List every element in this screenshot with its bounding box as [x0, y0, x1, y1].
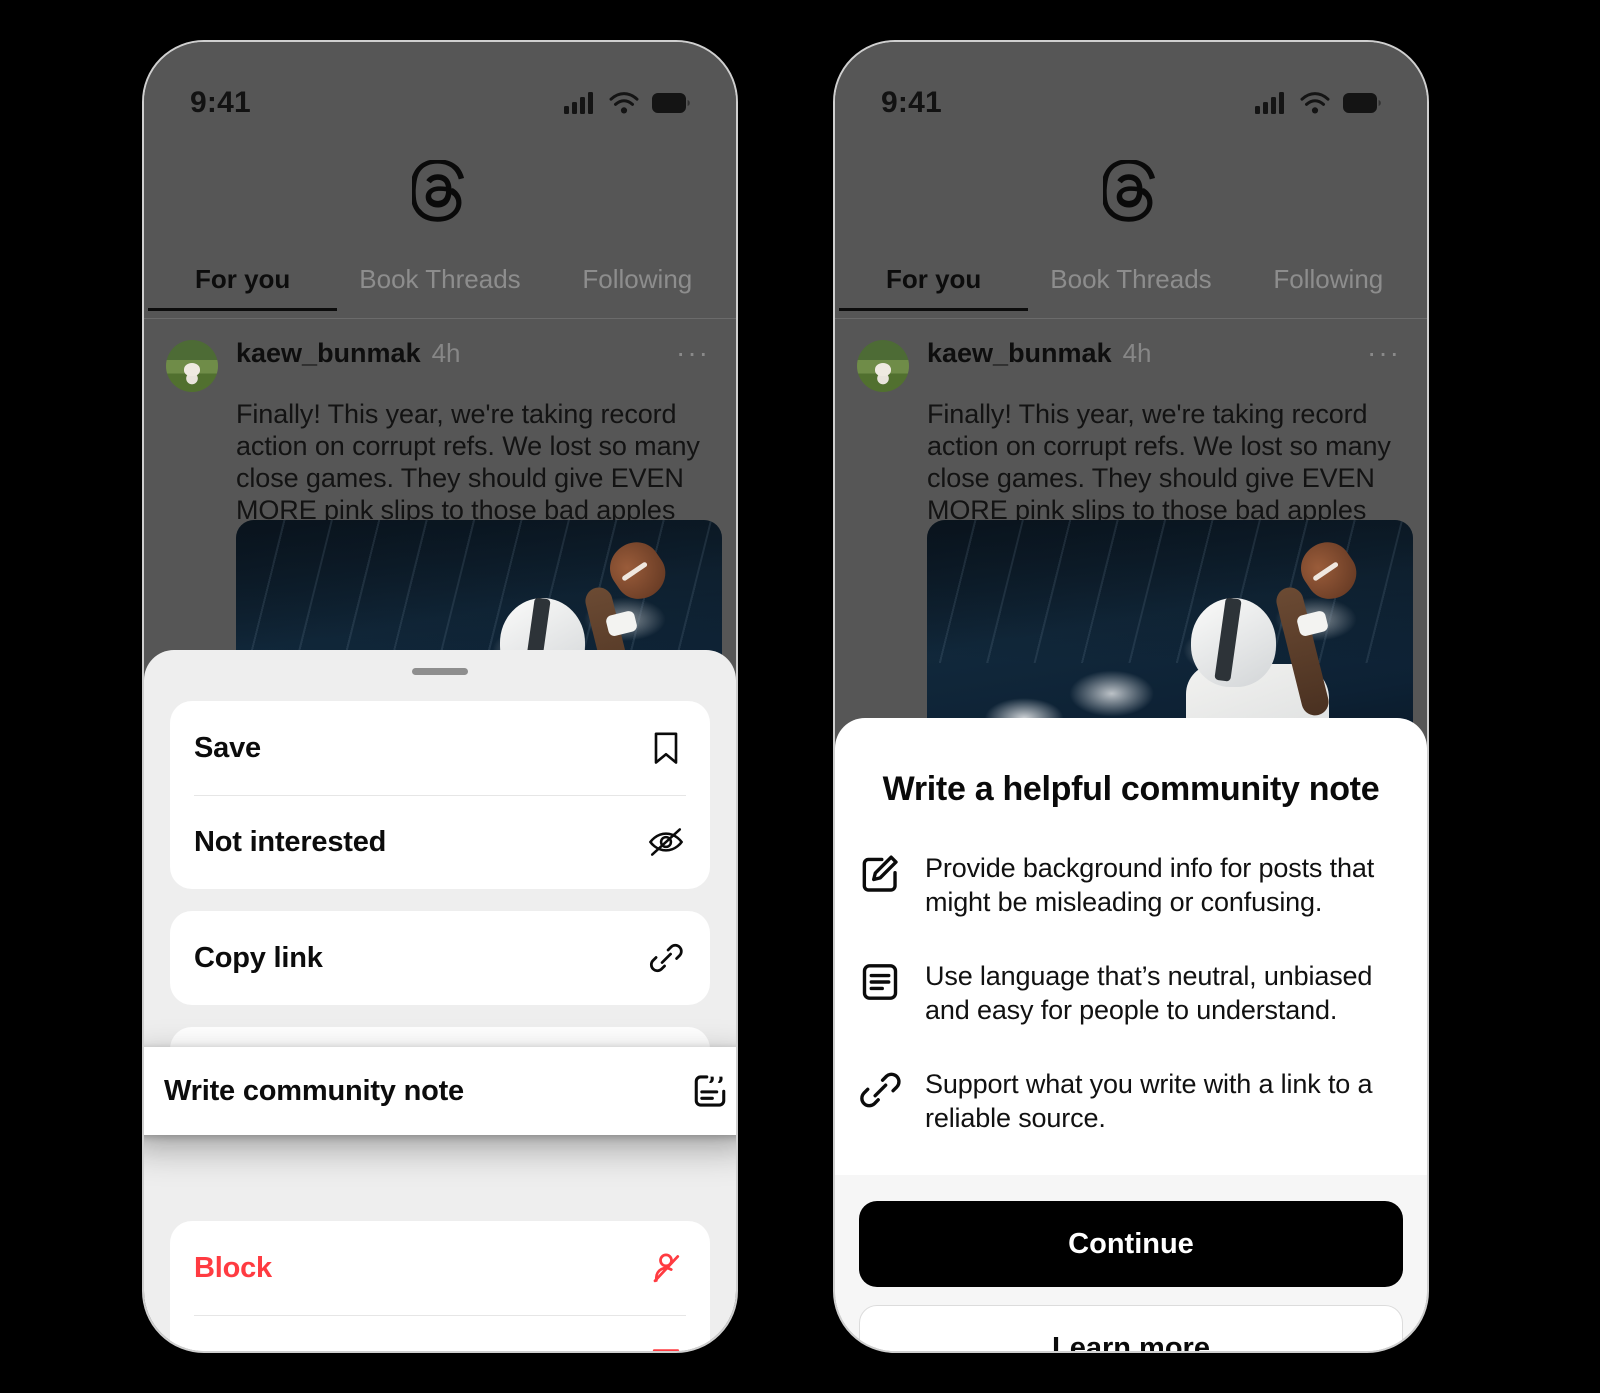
tabs-divider — [144, 318, 736, 319]
post-meta: kaew_bunmak 4h ··· — [927, 338, 1401, 369]
feed-tabs[interactable]: For you Book Threads Following — [835, 260, 1427, 318]
threads-logo-icon — [1103, 160, 1156, 222]
battery-icon — [1343, 93, 1381, 113]
post-action-sheet: Save Not interested Copy link Block — [144, 650, 736, 1351]
post-username[interactable]: kaew_bunmak — [927, 338, 1112, 369]
post-more-icon[interactable]: ··· — [676, 339, 710, 367]
post-byline: kaew_bunmak 4h ··· — [236, 338, 710, 369]
threads-logo-icon — [412, 160, 465, 222]
bookmark-icon — [646, 728, 686, 768]
bullet-text: Support what you write with a link to a … — [925, 1069, 1373, 1134]
tab-book-threads[interactable]: Book Threads — [1032, 260, 1229, 295]
modal-actions: Continue Learn more — [835, 1175, 1427, 1351]
menu-item-label: Report — [194, 1346, 286, 1352]
tabs-divider — [835, 318, 1427, 319]
bullet-item: Use language that’s neutral, unbiased an… — [859, 959, 1397, 1027]
post-header: kaew_bunmak 4h ··· — [144, 338, 736, 392]
link-icon — [859, 1067, 903, 1116]
battery-icon — [652, 93, 690, 113]
post-username[interactable]: kaew_bunmak — [236, 338, 421, 369]
status-icons — [1255, 92, 1381, 114]
menu-item-label: Block — [194, 1251, 272, 1284]
cellular-signal-icon — [564, 92, 593, 114]
menu-item-copy-link[interactable]: Copy link — [170, 911, 710, 1005]
avatar[interactable] — [857, 340, 909, 392]
status-time: 9:41 — [190, 86, 251, 119]
menu-item-label: Write community note — [164, 1074, 464, 1107]
bullet-text: Use language that’s neutral, unbiased an… — [925, 961, 1373, 1026]
tab-for-you[interactable]: For you — [144, 260, 341, 311]
menu-item-label: Not interested — [194, 825, 387, 858]
menu-item-block[interactable]: Block — [170, 1221, 710, 1315]
brand-header — [835, 160, 1427, 224]
feed-tabs[interactable]: For you Book Threads Following — [144, 260, 736, 318]
status-time: 9:41 — [881, 86, 942, 119]
wifi-icon — [1300, 92, 1330, 114]
person-blocked-icon — [646, 1248, 686, 1288]
post-byline: kaew_bunmak 4h ··· — [927, 338, 1401, 369]
community-note-modal: Write a helpful community note Provide b… — [835, 718, 1427, 1351]
avatar[interactable] — [166, 340, 218, 392]
modal-bullet-list: Provide background info for posts that m… — [835, 809, 1427, 1175]
document-lines-icon — [859, 959, 903, 1008]
menu-item-label: Save — [194, 731, 261, 764]
menu-item-label: Copy link — [194, 941, 323, 974]
post-meta: kaew_bunmak 4h ··· — [236, 338, 710, 369]
phone-left: 9:41 For you Book Threads Following kaew… — [142, 40, 738, 1353]
menu-item-save[interactable]: Save — [170, 701, 710, 795]
post-header: kaew_bunmak 4h ··· — [835, 338, 1427, 392]
menu-group-4: Block Report — [170, 1221, 710, 1352]
post-more-icon[interactable]: ··· — [1367, 339, 1401, 367]
menu-item-report[interactable]: Report — [170, 1315, 710, 1352]
post-timestamp: 4h — [1122, 338, 1152, 368]
status-icons — [564, 92, 690, 114]
learn-more-button[interactable]: Learn more — [859, 1305, 1403, 1351]
wifi-icon — [609, 92, 639, 114]
post-timestamp: 4h — [431, 338, 461, 368]
brand-header — [144, 160, 736, 224]
continue-button[interactable]: Continue — [859, 1201, 1403, 1288]
bullet-item: Support what you write with a link to a … — [859, 1067, 1397, 1135]
report-flag-icon — [646, 1342, 686, 1351]
sheet-grabber[interactable] — [412, 668, 468, 675]
menu-group-2: Copy link — [170, 911, 710, 1005]
bullet-item: Provide background info for posts that m… — [859, 851, 1397, 919]
screenshot-stage: 9:41 For you Book Threads Following kaew… — [0, 0, 1600, 1393]
tab-following[interactable]: Following — [1230, 260, 1427, 295]
cellular-signal-icon — [1255, 92, 1284, 114]
eye-off-icon — [646, 822, 686, 862]
pencil-square-icon — [859, 851, 903, 900]
status-bar: 9:41 — [835, 42, 1427, 138]
phone-right: 9:41 For you Book Threads Following kaew… — [833, 40, 1429, 1353]
menu-item-write-community-note[interactable]: Write community note — [144, 1047, 736, 1135]
modal-title: Write a helpful community note — [882, 770, 1380, 808]
tab-for-you[interactable]: For you — [835, 260, 1032, 311]
menu-item-not-interested[interactable]: Not interested — [170, 795, 710, 889]
link-icon — [646, 938, 686, 978]
menu-group-1: Save Not interested — [170, 701, 710, 889]
community-note-icon — [690, 1071, 730, 1111]
status-bar: 9:41 — [144, 42, 736, 138]
bullet-text: Provide background info for posts that m… — [925, 853, 1375, 918]
tab-book-threads[interactable]: Book Threads — [341, 260, 538, 295]
tab-following[interactable]: Following — [539, 260, 736, 295]
